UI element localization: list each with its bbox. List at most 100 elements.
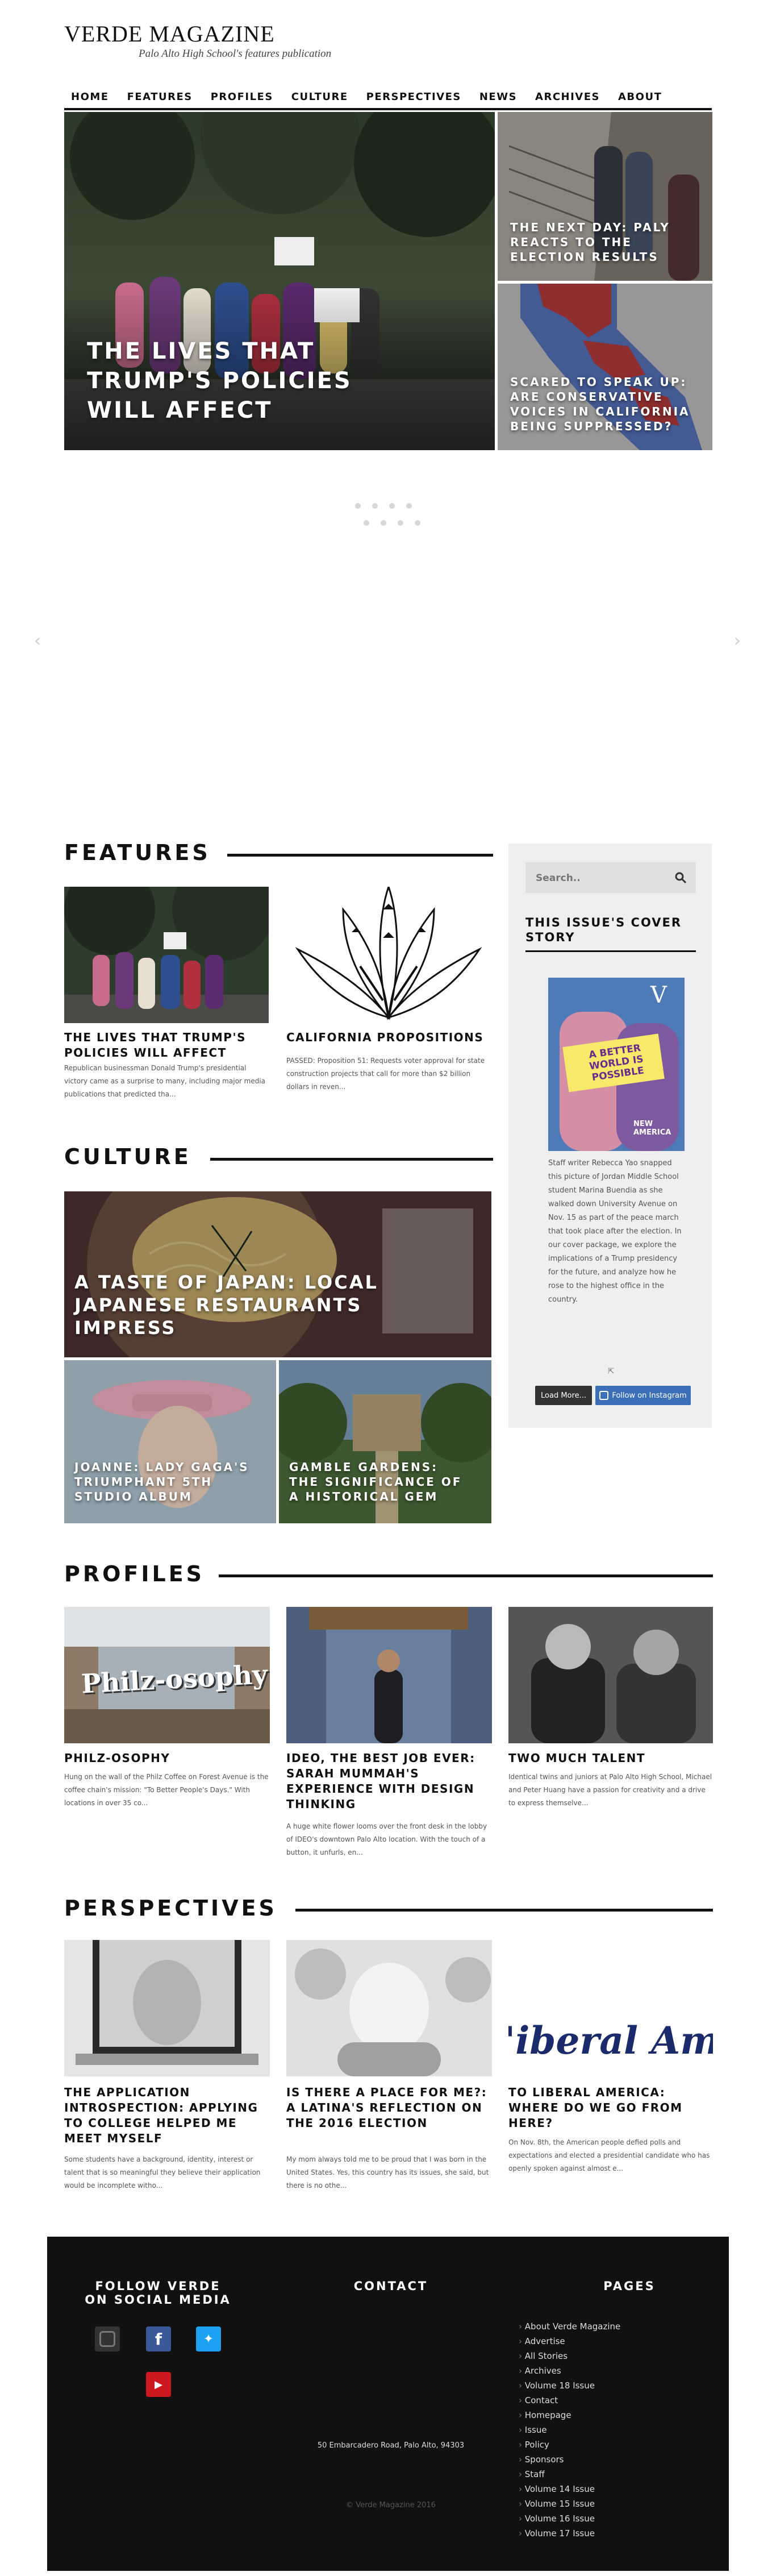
hero-side-story-1[interactable]: THE NEXT DAY: PALY REACTS TO THE ELECTIO… bbox=[498, 112, 712, 281]
hero-main-story[interactable]: THE LIVES THAT TRUMP'S POLICIES WILL AFF… bbox=[64, 112, 495, 450]
cover-image[interactable]: V A BETTER WORLD IS POSSIBLE NEW AMERICA bbox=[548, 978, 685, 1151]
footer-page-link[interactable]: Archives bbox=[519, 2363, 689, 2378]
instagram-icon bbox=[599, 1391, 609, 1400]
loading-icon bbox=[355, 503, 420, 526]
nav-profiles[interactable]: PROFILES bbox=[211, 91, 273, 103]
cover-story-heading: THIS ISSUE'S COVER STORY bbox=[525, 916, 682, 944]
twitter-icon: ✦ bbox=[203, 2332, 214, 2346]
perspective-card-3-title[interactable]: TO LIBERAL AMERICA: WHERE DO WE GO FROM … bbox=[508, 2085, 713, 2131]
nav-features[interactable]: FEATURES bbox=[127, 91, 193, 103]
footer-page-link[interactable]: Contact bbox=[519, 2393, 689, 2408]
ideo-photo bbox=[286, 1607, 492, 1743]
profile-card-2-title[interactable]: IDEO, THE BEST JOB EVER: SARAH MUMMAH'S … bbox=[286, 1751, 492, 1812]
hero-main-title[interactable]: THE LIVES THAT TRUMP'S POLICIES WILL AFF… bbox=[87, 336, 405, 425]
youtube-icon: ▶ bbox=[155, 2378, 162, 2391]
nav-about[interactable]: ABOUT bbox=[618, 91, 662, 103]
perspectives-heading: PERSPECTIVES bbox=[64, 1896, 277, 1921]
footer-address: 50 Embarcadero Road, Palo Alto, 94303 bbox=[317, 2441, 465, 2450]
perspectives-rule bbox=[295, 1909, 713, 1912]
perspective-card-2-image[interactable] bbox=[286, 1940, 492, 2076]
march-thumbnail bbox=[64, 887, 269, 1023]
site-footer: FOLLOW VERDE ON SOCIAL MEDIA f ✦ ▶ CONTA… bbox=[47, 2237, 729, 2571]
nav-culture[interactable]: CULTURE bbox=[291, 91, 348, 103]
footer-page-link[interactable]: Volume 17 Issue bbox=[519, 2526, 689, 2541]
instagram-icon bbox=[99, 2331, 115, 2347]
culture-main-title[interactable]: A TASTE OF JAPAN: LOCAL JAPANESE RESTAUR… bbox=[74, 1271, 438, 1339]
footer-page-link[interactable]: Volume 15 Issue bbox=[519, 2496, 689, 2511]
feature-card-1-image[interactable] bbox=[64, 887, 269, 1023]
feature-card-1-title[interactable]: THE LIVES THAT TRUMP'S POLICIES WILL AFF… bbox=[64, 1030, 269, 1061]
search-input[interactable] bbox=[525, 862, 673, 894]
twitter-link[interactable]: ✦ bbox=[196, 2326, 221, 2351]
footer-page-link[interactable]: Volume 14 Issue bbox=[519, 2482, 689, 2496]
footer-page-link[interactable]: Homepage bbox=[519, 2408, 689, 2423]
nav-home[interactable]: HOME bbox=[71, 91, 109, 103]
feature-card-2-title[interactable]: CALIFORNIA PROPOSITIONS bbox=[286, 1030, 491, 1045]
footer-page-link[interactable]: Volume 16 Issue bbox=[519, 2511, 689, 2526]
nav-news[interactable]: NEWS bbox=[479, 91, 517, 103]
hero-side-story-2[interactable]: SCARED TO SPEAK UP: ARE CONSERVATIVE VOI… bbox=[498, 284, 712, 450]
culture-heading: CULTURE bbox=[64, 1144, 191, 1169]
loading-spinner bbox=[349, 500, 429, 529]
culture-rule bbox=[210, 1158, 493, 1161]
youtube-link[interactable]: ▶ bbox=[146, 2372, 171, 2397]
footer-page-link[interactable]: Issue bbox=[519, 2423, 689, 2437]
footer-page-link[interactable]: All Stories bbox=[519, 2349, 689, 2363]
profiles-heading: PROFILES bbox=[64, 1561, 205, 1586]
profile-card-2-image[interactable] bbox=[286, 1607, 492, 1743]
perspective-card-3-image[interactable]: 'iberal Am bbox=[508, 1940, 713, 2076]
nav-perspectives[interactable]: PERSPECTIVES bbox=[366, 91, 461, 103]
culture-right-title[interactable]: GAMBLE GARDENS: THE SIGNIFICANCE OF A HI… bbox=[289, 1460, 471, 1504]
slider-next-arrow[interactable]: › bbox=[734, 631, 741, 651]
profile-card-1-image[interactable]: Philz-osophy bbox=[64, 1607, 270, 1743]
search-icon[interactable] bbox=[674, 871, 687, 884]
laptop-illustration bbox=[64, 1940, 270, 2076]
profile-card-1-title[interactable]: PHILZ-OSOPHY bbox=[64, 1751, 270, 1766]
instagram-link[interactable] bbox=[95, 2326, 120, 2351]
culture-right-story[interactable]: GAMBLE GARDENS: THE SIGNIFICANCE OF A HI… bbox=[279, 1360, 491, 1523]
slider-prev-arrow[interactable]: ‹ bbox=[34, 631, 41, 651]
facebook-icon: f bbox=[155, 2329, 162, 2349]
footer-page-link[interactable]: Volume 18 Issue bbox=[519, 2378, 689, 2393]
latina-illustration bbox=[286, 1940, 492, 2076]
footer-page-link[interactable]: About Verde Magazine bbox=[519, 2319, 689, 2334]
main-nav: HOME FEATURES PROFILES CULTURE PERSPECTI… bbox=[64, 85, 712, 110]
perspective-card-2-title[interactable]: IS THERE A PLACE FOR ME?: A LATINA'S REF… bbox=[286, 2085, 492, 2131]
cover-story-rule bbox=[525, 950, 696, 952]
cursor-icon: ⇱ bbox=[608, 1367, 615, 1376]
search-box[interactable] bbox=[525, 862, 696, 894]
flag-leaf-image bbox=[286, 887, 491, 1023]
load-more-button[interactable]: Load More... bbox=[535, 1386, 592, 1405]
nav-archives[interactable]: ARCHIVES bbox=[535, 91, 600, 103]
footer-page-link[interactable]: Advertise bbox=[519, 2334, 689, 2349]
features-heading: FEATURES bbox=[64, 840, 211, 865]
feature-card-2-image[interactable] bbox=[286, 887, 491, 1023]
footer-pages-list: About Verde Magazine Advertise All Stori… bbox=[519, 2319, 689, 2541]
follow-instagram-label: Follow on Instagram bbox=[612, 1391, 687, 1400]
culture-left-story[interactable]: JOANNE: LADY GAGA'S TRIUMPHANT 5TH STUDI… bbox=[64, 1360, 276, 1523]
footer-page-link[interactable]: Policy bbox=[519, 2437, 689, 2452]
site-tagline: Palo Alto High School's features publica… bbox=[139, 48, 332, 60]
hero-side1-title[interactable]: THE NEXT DAY: PALY REACTS TO THE ELECTIO… bbox=[510, 220, 692, 264]
profile-card-3-image[interactable] bbox=[508, 1607, 713, 1743]
cover-badge: NEW AMERICA bbox=[633, 1120, 671, 1137]
facebook-link[interactable]: f bbox=[146, 2326, 171, 2351]
perspective-card-1-title[interactable]: THE APPLICATION INTROSPECTION: APPLYING … bbox=[64, 2085, 270, 2146]
profile-card-2-excerpt: A huge white flower looms over the front… bbox=[286, 1822, 487, 1856]
footer-pages-heading: PAGES bbox=[603, 2279, 656, 2293]
footer-page-link[interactable]: Staff bbox=[519, 2467, 689, 2482]
footer-copyright: © Verde Magazine 2016 bbox=[346, 2501, 436, 2509]
perspective-card-1-image[interactable] bbox=[64, 1940, 270, 2076]
features-rule bbox=[227, 854, 493, 857]
perspective-card-3-excerpt: On Nov. 8th, the American people defied … bbox=[508, 2138, 710, 2172]
culture-main-story[interactable]: A TASTE OF JAPAN: LOCAL JAPANESE RESTAUR… bbox=[64, 1191, 491, 1357]
site-logo[interactable]: VERDE MAGAZINE bbox=[64, 20, 275, 47]
hero-side2-title[interactable]: SCARED TO SPEAK UP: ARE CONSERVATIVE VOI… bbox=[510, 375, 692, 434]
perspective-card-2-excerpt: My mom always told me to be proud that I… bbox=[286, 2155, 489, 2189]
culture-left-title[interactable]: JOANNE: LADY GAGA'S TRIUMPHANT 5TH STUDI… bbox=[74, 1460, 256, 1504]
feature-card-1-excerpt: Republican businessman Donald Trump's pr… bbox=[64, 1064, 266, 1098]
profile-card-3-title[interactable]: TWO MUCH TALENT bbox=[508, 1751, 713, 1766]
footer-page-link[interactable]: Sponsors bbox=[519, 2452, 689, 2467]
follow-instagram-button[interactable]: Follow on Instagram bbox=[595, 1386, 691, 1405]
footer-contact-heading: CONTACT bbox=[353, 2279, 428, 2293]
